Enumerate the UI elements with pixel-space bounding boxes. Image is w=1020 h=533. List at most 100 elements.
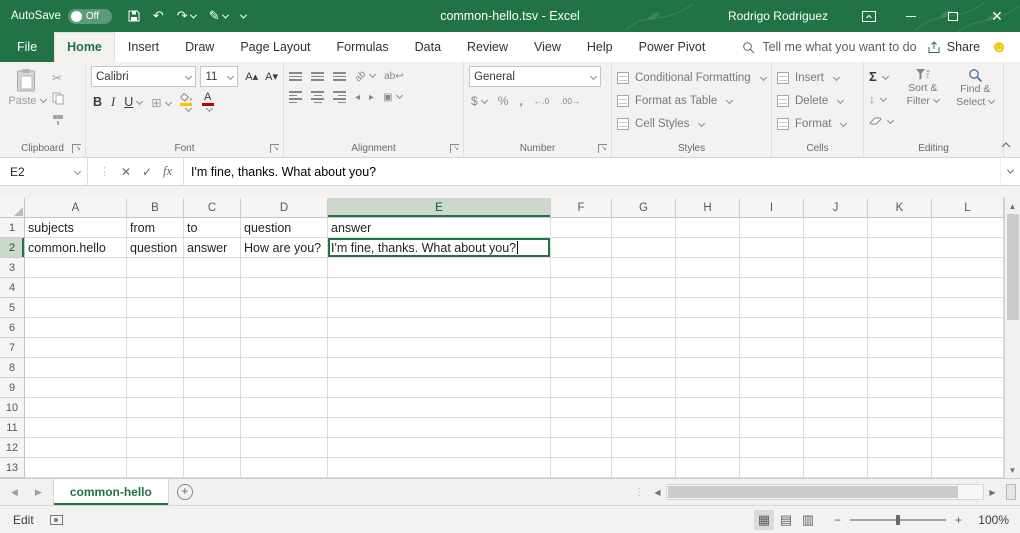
- cell-C9[interactable]: [184, 378, 241, 398]
- sort-filter-button[interactable]: Sort & Filter: [900, 66, 946, 128]
- insert-cells-button[interactable]: Insert: [777, 69, 858, 86]
- feedback-smiley-button[interactable]: ☻: [990, 32, 1020, 62]
- cell-G3[interactable]: [612, 258, 676, 278]
- cell-K2[interactable]: [868, 238, 932, 258]
- column-header-I[interactable]: I: [740, 198, 804, 218]
- page-break-view-button[interactable]: ▥: [798, 510, 818, 530]
- borders-button[interactable]: ⊞: [151, 95, 170, 110]
- tab-formulas[interactable]: Formulas: [324, 32, 402, 62]
- currency-format-button[interactable]: $: [471, 94, 487, 108]
- cell-L2[interactable]: [932, 238, 1004, 258]
- cell-G2[interactable]: [612, 238, 676, 258]
- cell-J12[interactable]: [804, 438, 868, 458]
- increase-decimal-button[interactable]: ←.0: [534, 96, 550, 106]
- cell-C1[interactable]: to: [184, 218, 241, 238]
- name-box[interactable]: E2: [0, 158, 88, 185]
- row-header-11[interactable]: 11: [0, 418, 25, 438]
- cell-E11[interactable]: [328, 418, 551, 438]
- vertical-scrollbar[interactable]: ▲ ▼: [1004, 198, 1020, 478]
- cell-G9[interactable]: [612, 378, 676, 398]
- cell-K12[interactable]: [868, 438, 932, 458]
- scroll-up-button[interactable]: ▲: [1005, 198, 1020, 214]
- horizontal-scrollbar[interactable]: ◀ ▶: [649, 479, 1001, 505]
- cell-B1[interactable]: from: [127, 218, 184, 238]
- cell-C6[interactable]: [184, 318, 241, 338]
- decrease-decimal-button[interactable]: .00→: [560, 96, 580, 106]
- cell-B11[interactable]: [127, 418, 184, 438]
- row-header-5[interactable]: 5: [0, 298, 25, 318]
- column-header-B[interactable]: B: [127, 198, 184, 218]
- cell-E7[interactable]: [328, 338, 551, 358]
- cell-B12[interactable]: [127, 438, 184, 458]
- cell-F4[interactable]: [551, 278, 612, 298]
- cell-D1[interactable]: question: [241, 218, 328, 238]
- cell-C12[interactable]: [184, 438, 241, 458]
- cell-F13[interactable]: [551, 458, 612, 478]
- cell-L6[interactable]: [932, 318, 1004, 338]
- conditional-formatting-button[interactable]: Conditional Formatting: [617, 69, 766, 86]
- cell-F11[interactable]: [551, 418, 612, 438]
- cell-F7[interactable]: [551, 338, 612, 358]
- cell-B9[interactable]: [127, 378, 184, 398]
- cell-E1[interactable]: answer: [328, 218, 551, 238]
- cell-I7[interactable]: [740, 338, 804, 358]
- page-layout-view-button[interactable]: ▤: [776, 510, 796, 530]
- wrap-text-button[interactable]: ab↩: [384, 71, 404, 82]
- cell-B6[interactable]: [127, 318, 184, 338]
- clear-button[interactable]: [869, 113, 893, 128]
- cell-B5[interactable]: [127, 298, 184, 318]
- cell-A12[interactable]: [25, 438, 127, 458]
- cell-D9[interactable]: [241, 378, 328, 398]
- find-select-button[interactable]: Find & Select: [953, 66, 999, 128]
- row-header-3[interactable]: 3: [0, 258, 25, 278]
- cell-A6[interactable]: [25, 318, 127, 338]
- cell-J6[interactable]: [804, 318, 868, 338]
- row-header-12[interactable]: 12: [0, 438, 25, 458]
- format-painter-button[interactable]: [52, 112, 64, 127]
- cell-B8[interactable]: [127, 358, 184, 378]
- cell-G6[interactable]: [612, 318, 676, 338]
- cell-F3[interactable]: [551, 258, 612, 278]
- cell-C2[interactable]: answer: [184, 238, 241, 258]
- align-top-icon[interactable]: [289, 72, 302, 81]
- cell-I4[interactable]: [740, 278, 804, 298]
- row-header-2[interactable]: 2: [0, 238, 25, 258]
- cell-K6[interactable]: [868, 318, 932, 338]
- formula-input[interactable]: I'm fine, thanks. What about you?: [184, 158, 1000, 185]
- cell-F12[interactable]: [551, 438, 612, 458]
- zoom-in-button[interactable]: +: [955, 513, 962, 527]
- delete-cells-button[interactable]: Delete: [777, 92, 858, 109]
- redo-button[interactable]: ↷: [177, 8, 196, 24]
- column-header-F[interactable]: F: [551, 198, 612, 218]
- new-sheet-button[interactable]: +: [169, 479, 201, 505]
- cell-D2[interactable]: How are you?: [241, 238, 328, 258]
- cell-H3[interactable]: [676, 258, 740, 278]
- font-size-select[interactable]: 11: [200, 66, 238, 87]
- row-header-13[interactable]: 13: [0, 458, 25, 478]
- cell-G4[interactable]: [612, 278, 676, 298]
- cut-button[interactable]: ✂: [52, 70, 64, 85]
- row-header-10[interactable]: 10: [0, 398, 25, 418]
- cell-H11[interactable]: [676, 418, 740, 438]
- number-format-select[interactable]: General: [469, 66, 601, 87]
- cell-D7[interactable]: [241, 338, 328, 358]
- macro-record-icon[interactable]: [50, 515, 63, 525]
- cell-D3[interactable]: [241, 258, 328, 278]
- column-header-C[interactable]: C: [184, 198, 241, 218]
- cell-L4[interactable]: [932, 278, 1004, 298]
- comma-format-button[interactable]: ,: [519, 94, 522, 108]
- cell-A11[interactable]: [25, 418, 127, 438]
- cell-K9[interactable]: [868, 378, 932, 398]
- cell-E6[interactable]: [328, 318, 551, 338]
- tab-page-layout[interactable]: Page Layout: [227, 32, 323, 62]
- orientation-button[interactable]: ab: [355, 71, 375, 82]
- cell-B10[interactable]: [127, 398, 184, 418]
- cell-J1[interactable]: [804, 218, 868, 238]
- cell-B7[interactable]: [127, 338, 184, 358]
- cell-F6[interactable]: [551, 318, 612, 338]
- italic-button[interactable]: I: [111, 95, 115, 110]
- cell-H4[interactable]: [676, 278, 740, 298]
- insert-function-button[interactable]: fx: [163, 164, 172, 179]
- cell-L11[interactable]: [932, 418, 1004, 438]
- tab-home[interactable]: Home: [54, 32, 115, 62]
